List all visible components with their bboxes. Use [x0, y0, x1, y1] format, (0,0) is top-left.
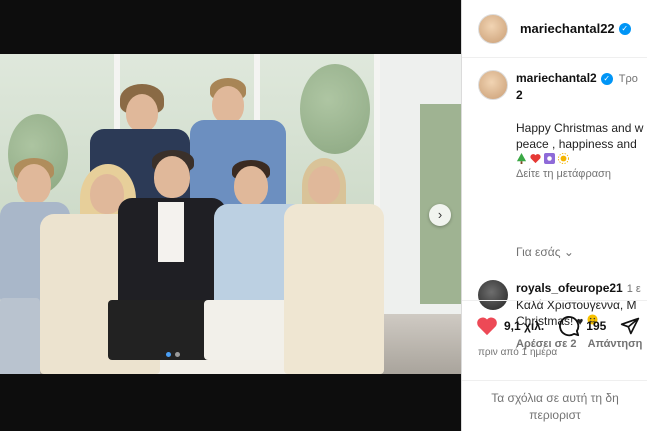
tree-foliage [300, 64, 370, 154]
carousel-dot-active [166, 352, 171, 357]
notice-line: Τα σχόλια σε αυτή τη δη [491, 391, 619, 405]
author-username[interactable]: mariechantal22 [520, 21, 615, 36]
instagram-post-viewer: › mariechantal22 ✓ mariechantal2✓Τρο 2 [0, 0, 647, 431]
caption-username[interactable]: mariechantal2 [516, 71, 597, 85]
author-avatar[interactable] [478, 13, 508, 44]
chevron-right-icon: › [437, 207, 443, 222]
caption-text-line: peace , happiness and [516, 137, 637, 151]
notice-line: περιοριστ [529, 408, 581, 422]
comments-limited-notice: Τα σχόλια σε αυτή τη δη περιοριστ [462, 380, 647, 431]
for-you-label: Για εσάς [516, 245, 561, 259]
post-photo[interactable] [0, 54, 461, 374]
commenter-username[interactable]: royals_ofeurope21 [516, 281, 623, 295]
comment-icon[interactable] [558, 315, 580, 337]
media-area: › [0, 0, 461, 431]
for-you-dropdown[interactable]: Για εσάς ⌄ [516, 245, 574, 259]
carousel-dot [175, 352, 180, 357]
share-icon[interactable] [620, 316, 640, 336]
post-header: mariechantal22 ✓ [462, 0, 647, 58]
caption-author-avatar[interactable] [478, 70, 508, 100]
sun-emoji [558, 153, 569, 164]
caption-username-wrap[interactable]: 2 [516, 88, 523, 102]
chevron-down-icon: ⌄ [563, 245, 574, 259]
caption-text-line: Happy Christmas and w [516, 121, 644, 135]
caption-section: mariechantal2✓Τρο 2 ε Happy Christmas an… [462, 58, 647, 350]
heart-icon[interactable] [476, 316, 498, 336]
like-count[interactable]: 9,1 χιλ. [504, 319, 544, 333]
verified-badge-icon: ✓ [618, 22, 631, 35]
post-timestamp: πριν από 1 ημέρα [478, 347, 558, 358]
tree-emoji [516, 153, 527, 164]
heart-emoji [530, 154, 541, 164]
caption-emojis [516, 153, 647, 164]
action-bar: 9,1 χιλ. 195 πριν από 1 ημέρα [462, 300, 647, 380]
verified-badge-icon: ✓ [600, 72, 613, 85]
follow-link[interactable]: Τρο [619, 73, 638, 85]
next-image-button[interactable]: › [429, 204, 451, 226]
carousel-indicator [166, 352, 180, 357]
see-translation-link[interactable]: Δείτε τη μετάφραση [516, 166, 647, 182]
post-side-panel: mariechantal22 ✓ mariechantal2✓Τρο 2 ε H… [461, 0, 647, 431]
sparkle-square-emoji [544, 153, 555, 164]
comment-time: 1 ε [626, 283, 641, 295]
comment-count[interactable]: 195 [586, 319, 606, 333]
